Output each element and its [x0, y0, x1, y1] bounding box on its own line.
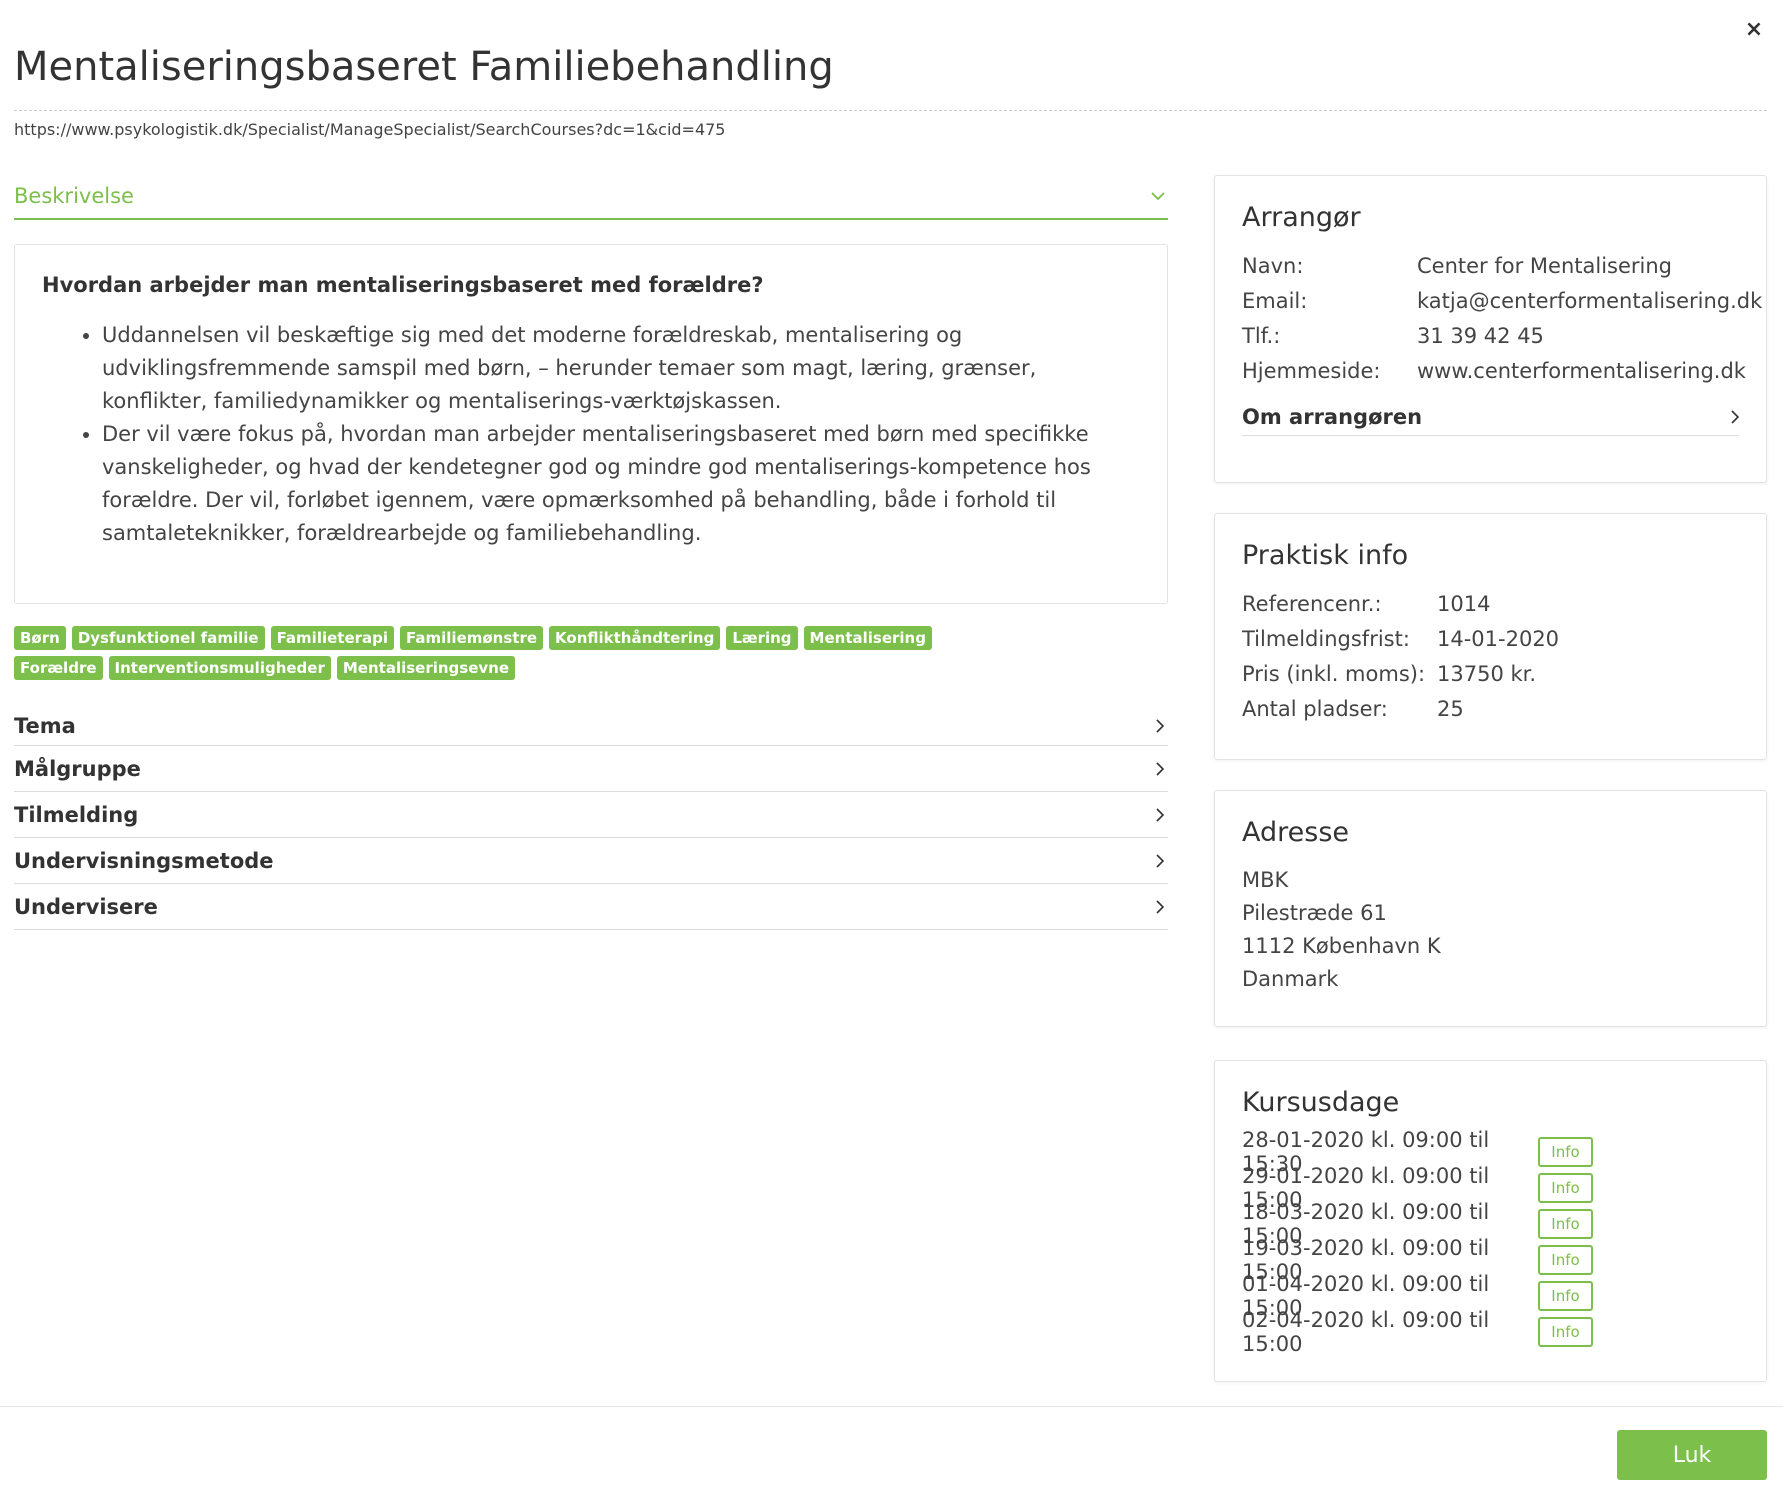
address-line: MBK [1242, 868, 1289, 892]
description-list: Uddannelsen vil beskæftige sig med det m… [42, 319, 1140, 550]
tag: Mentaliseringsevne [336, 656, 516, 680]
organizer-value: Center for Mentalisering [1417, 254, 1672, 278]
address-title: Adresse [1242, 817, 1349, 848]
tag: Interventionsmuligheder [108, 656, 331, 680]
organizer-website[interactable]: www.centerformentalisering.dk [1417, 354, 1746, 389]
info-button[interactable]: Info [1538, 1137, 1593, 1167]
description-toggle[interactable]: Beskrivelse [14, 178, 1168, 220]
practical-row: Referencenr.: 1014 [1242, 587, 1739, 622]
accordion-item-label: Målgruppe [14, 756, 141, 781]
page-title: Mentaliseringsbaseret Familiebehandling [14, 44, 834, 90]
chevron-right-icon [1152, 718, 1168, 734]
info-button[interactable]: Info [1538, 1281, 1593, 1311]
tag: Læring [726, 626, 798, 650]
course-day-text: 02-04-2020 kl. 09:00 til 15:00 [1242, 1308, 1490, 1356]
description-content: Hvordan arbejder man mentaliseringsbaser… [14, 244, 1168, 604]
accordion: Tema Målgruppe Tilmelding Undervisningsm… [14, 706, 1168, 930]
organizer-row: Tlf.: 31 39 42 45 [1242, 319, 1739, 354]
left-column: Beskrivelse Hvordan arbejder man mentali… [14, 178, 1168, 930]
accordion-item-undervisere[interactable]: Undervisere [14, 884, 1168, 930]
accordion-item-label: Tilmelding [14, 802, 139, 827]
practical-row: Antal pladser: 25 [1242, 692, 1739, 727]
chevron-right-icon [1152, 853, 1168, 869]
organizer-key: Navn: [1242, 254, 1304, 278]
accordion-item-malgruppe[interactable]: Målgruppe [14, 746, 1168, 792]
title-divider [14, 110, 1767, 111]
chevron-right-icon [1731, 410, 1739, 424]
tag: Familieterapi [270, 626, 395, 650]
accordion-item-label: Tema [14, 713, 76, 738]
practical-key: Tilmeldingsfrist: [1242, 627, 1410, 651]
organizer-key: Email: [1242, 289, 1308, 313]
practical-row: Tilmeldingsfrist: 14-01-2020 [1242, 622, 1739, 657]
chevron-right-icon [1152, 761, 1168, 777]
organizer-key: Hjemmeside: [1242, 359, 1381, 383]
organizer-email[interactable]: katja@centerformentalisering.dk [1417, 284, 1762, 319]
description-bullet: Uddannelsen vil beskæftige sig med det m… [102, 319, 1140, 418]
course-day-row: 02-04-2020 kl. 09:00 til 15:00 Info [1242, 1308, 1739, 1356]
organizer-key: Tlf.: [1242, 324, 1281, 348]
about-organizer-label: Om arrangøren [1242, 405, 1423, 429]
description-header-label: Beskrivelse [14, 184, 134, 208]
practical-value: 14-01-2020 [1437, 627, 1560, 651]
tag: Forældre [14, 656, 103, 680]
description-bullet: Der vil være fokus på, hvordan man arbej… [102, 418, 1140, 550]
accordion-item-tilmelding[interactable]: Tilmelding [14, 792, 1168, 838]
accordion-item-tema[interactable]: Tema [14, 706, 1168, 746]
tag: Børn [14, 626, 66, 650]
chevron-down-icon [1148, 186, 1168, 206]
chevron-right-icon [1152, 807, 1168, 823]
practical-value: 25 [1437, 697, 1464, 721]
course-details-modal: × Mentaliseringsbaseret Familiebehandlin… [0, 0, 1783, 1496]
course-days-title: Kursusdage [1242, 1087, 1400, 1118]
accordion-item-label: Undervisere [14, 894, 158, 919]
practical-key: Pris (inkl. moms): [1242, 662, 1426, 686]
address-line: Pilestræde 61 [1242, 901, 1387, 925]
practical-value: 1014 [1437, 592, 1491, 616]
organizer-row: Navn: Center for Mentalisering [1242, 249, 1739, 284]
practical-key: Antal pladser: [1242, 697, 1388, 721]
tag: Mentalisering [803, 626, 932, 650]
organizer-row: Email: katja@centerformentalisering.dk [1242, 284, 1762, 319]
info-button[interactable]: Info [1538, 1209, 1593, 1239]
organizer-value: 31 39 42 45 [1417, 324, 1544, 348]
footer-divider [0, 1406, 1783, 1407]
chevron-right-icon [1152, 899, 1168, 915]
organizer-title: Arrangør [1242, 202, 1361, 233]
address-line: Danmark [1242, 967, 1339, 991]
close-icon[interactable]: × [1739, 14, 1769, 44]
tag: Familiemønstre [400, 626, 544, 650]
description-heading: Hvordan arbejder man mentaliseringsbaser… [42, 273, 764, 297]
about-organizer-toggle[interactable]: Om arrangøren [1242, 405, 1739, 436]
practical-key: Referencenr.: [1242, 592, 1382, 616]
course-days-panel: Kursusdage 28-01-2020 kl. 09:00 til 15:3… [1214, 1060, 1767, 1382]
close-button[interactable]: Luk [1617, 1430, 1767, 1480]
practical-row: Pris (inkl. moms): 13750 kr. [1242, 657, 1739, 692]
practical-info-panel: Praktisk info Referencenr.: 1014 Tilmeldi… [1214, 513, 1767, 760]
accordion-item-undervisningsmetode[interactable]: Undervisningsmetode [14, 838, 1168, 884]
tag: Dysfunktionel familie [71, 626, 265, 650]
info-button[interactable]: Info [1538, 1173, 1593, 1203]
info-button[interactable]: Info [1538, 1317, 1593, 1347]
accordion-item-label: Undervisningsmetode [14, 848, 274, 873]
info-button[interactable]: Info [1538, 1245, 1593, 1275]
address-line: 1112 København K [1242, 934, 1441, 958]
address-panel: Adresse MBK Pilestræde 61 1112 København… [1214, 790, 1767, 1027]
organizer-row: Hjemmeside: www.centerformentalisering.dk [1242, 354, 1746, 389]
page-url: https://www.psykologistik.dk/Specialist/… [14, 120, 726, 139]
practical-value: 13750 kr. [1437, 662, 1537, 686]
tag-list: Børn Dysfunktionel familie Familieterapi… [14, 626, 1014, 680]
organizer-panel: Arrangør Navn: Center for Mentalisering E… [1214, 175, 1767, 483]
practical-info-title: Praktisk info [1242, 540, 1409, 571]
tag: Konflikthåndtering [549, 626, 721, 650]
